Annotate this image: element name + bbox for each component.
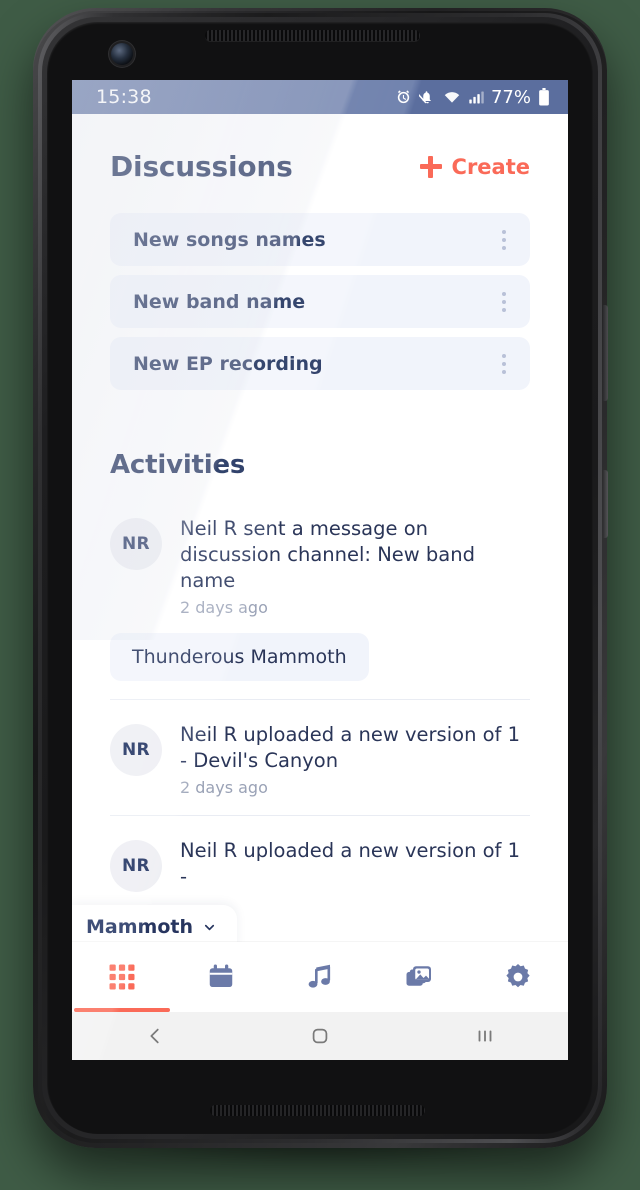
activity-item[interactable]: NR Neil R sent a message on discussion c… — [110, 494, 530, 699]
front-camera — [111, 43, 133, 65]
back-button[interactable] — [144, 1025, 166, 1047]
alarm-icon — [397, 89, 410, 103]
activity-time: 2 days ago — [180, 777, 268, 797]
bell-muted-icon — [418, 90, 432, 103]
power-button[interactable] — [603, 470, 608, 538]
kebab-menu-icon[interactable] — [498, 286, 510, 318]
plus-icon — [419, 155, 442, 178]
battery-icon — [539, 88, 549, 106]
activity-item[interactable]: NR Neil R uploaded a new version of 1 - — [110, 814, 530, 910]
bottom-tab-bar — [72, 942, 568, 1012]
create-button-label: Create — [451, 154, 530, 179]
discussion-card[interactable]: New band name — [110, 275, 530, 328]
discussion-title: New EP recording — [133, 352, 323, 375]
android-navigation-bar — [72, 1012, 568, 1060]
discussion-title: New songs names — [133, 228, 326, 251]
music-note-icon — [308, 964, 331, 988]
wifi-icon — [444, 91, 460, 103]
activity-text: Neil R uploaded a new version of 1 - — [180, 838, 521, 888]
project-name-label: Mammoth — [86, 916, 193, 938]
earpiece-speaker — [205, 30, 420, 41]
scroll-content: Discussions Create New songs names New b… — [72, 114, 568, 910]
avatar: NR — [110, 723, 162, 776]
kebab-menu-icon[interactable] — [498, 224, 510, 256]
gear-icon — [506, 964, 531, 988]
discussion-title: New band name — [133, 290, 306, 313]
battery-percent: 77% — [490, 86, 531, 108]
home-icon — [312, 1028, 328, 1044]
activity-text: Neil R uploaded a new version of 1 - Dev… — [180, 722, 521, 772]
volume-button[interactable] — [603, 305, 608, 401]
discussion-card[interactable]: New EP recording — [110, 337, 530, 390]
activity-item[interactable]: NR Neil R uploaded a new version of 1 - … — [110, 698, 530, 815]
page-title: Discussions — [110, 150, 293, 183]
chevron-down-icon — [204, 924, 215, 930]
home-button[interactable] — [309, 1025, 331, 1047]
activities-list: NR Neil R sent a message on discussion c… — [110, 494, 530, 910]
app-content: Discussions Create New songs names New b… — [72, 114, 568, 1060]
tab-photos[interactable] — [370, 942, 469, 1012]
recents-button[interactable] — [474, 1025, 496, 1047]
status-time: 15:38 — [96, 86, 152, 108]
discussion-card[interactable]: New songs names — [110, 213, 530, 266]
tab-settings[interactable] — [469, 942, 568, 1012]
tab-calendar[interactable] — [171, 942, 270, 1012]
create-button[interactable]: Create — [419, 154, 530, 179]
discussions-list: New songs names New band name New EP rec… — [110, 213, 530, 390]
activities-heading: Activities — [110, 450, 246, 480]
signal-icon — [469, 91, 484, 103]
status-icons: 77% — [395, 87, 550, 108]
activity-text: Neil R sent a message on discussion chan… — [180, 517, 475, 592]
page-header: Discussions Create — [110, 114, 530, 207]
activity-message-bubble: Thunderous Mammoth — [110, 632, 369, 681]
activity-time: 2 days ago — [180, 597, 268, 617]
phone-screen: 15:38 77% Discussions Create New songs n… — [72, 80, 568, 1060]
grid-icon — [109, 964, 135, 990]
avatar: NR — [110, 518, 162, 570]
back-icon — [150, 1028, 159, 1044]
photos-icon — [406, 966, 432, 986]
tab-grid[interactable] — [72, 942, 171, 1012]
recents-icon — [478, 1030, 492, 1042]
kebab-menu-icon[interactable] — [498, 348, 510, 380]
avatar: NR — [110, 839, 162, 892]
bottom-speaker — [210, 1105, 425, 1116]
tab-music[interactable] — [270, 942, 369, 1012]
calendar-icon — [209, 964, 233, 987]
screenshot-stage: 15:38 77% Discussions Create New songs n… — [0, 0, 640, 1190]
status-bar: 15:38 77% — [72, 80, 568, 114]
